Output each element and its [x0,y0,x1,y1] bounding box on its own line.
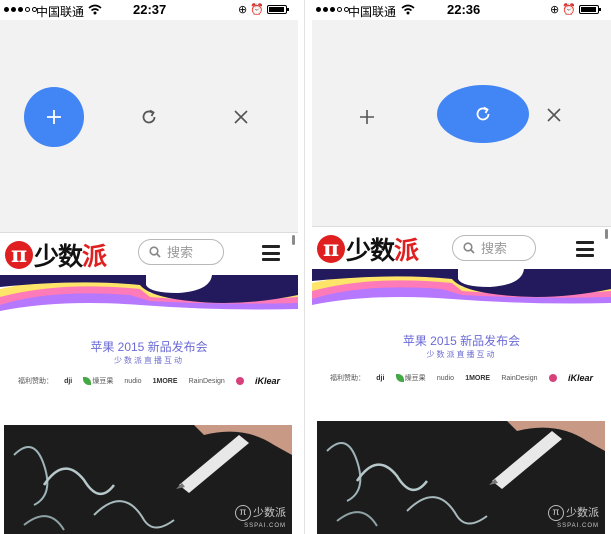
logo-text: 少数派 [34,243,107,271]
menu-icon [576,241,594,244]
battery-icon [266,5,289,14]
close-tab-button[interactable] [539,100,569,130]
sponsor-circle-icon [548,374,557,382]
logo-text: 少数派 [346,237,419,265]
sspai-watermark: π 少数派 SSPAI.COM [548,505,599,531]
menu-icon [262,245,280,248]
reload-button[interactable] [437,85,529,143]
close-tab-button[interactable] [226,102,256,132]
scrollbar[interactable] [292,235,295,245]
sponsor-dji: dji [376,374,385,382]
add-tab-button[interactable] [24,87,84,147]
rotation-lock-icon: ⊕ [550,4,560,16]
sponsor-iklear: iKlear [567,373,593,383]
sponsor-label: 福利赞助： [330,375,365,382]
pull-to-refresh-toolbar [0,20,298,232]
status-bar: 中国联通 22:37 ⊕ ⏰ [0,0,298,22]
scrollbar[interactable] [605,229,608,239]
close-icon [234,110,248,124]
alarm-icon: ⏰ [562,4,576,16]
site-logo[interactable]: π 少数派 [317,231,419,267]
status-bar: 中国联通 22:36 ⊕ ⏰ [312,0,611,22]
carrier-name: 中国联通 [36,5,85,19]
sponsor-circle-icon [235,377,244,385]
phone-screen-left: 中国联通 22:37 ⊕ ⏰ π 少数派 搜索 苹果 2015 新品发布会 少数… [0,0,298,534]
sponsor-zaodouguo: 燥豆果 [404,375,426,382]
article-cover-image[interactable]: π 少数派 SSPAI.COM [4,425,292,534]
sponsor-logos: 福利赞助： dji 燥豆果 nudio 1MORE RainDesign iKl… [330,372,593,384]
sponsor-dji: dji [64,377,73,385]
event-title: 苹果 2015 新品发布会 [90,340,208,354]
add-tab-button[interactable] [352,102,382,132]
search-icon [149,246,161,258]
search-icon [463,242,475,254]
sponsor-1more: 1MORE [152,377,178,385]
wifi-icon [401,4,415,15]
sponsor-1more: 1MORE [465,374,491,382]
carrier-name: 中国联通 [348,5,397,19]
reload-button[interactable] [134,102,164,132]
pull-to-refresh-toolbar [312,20,611,232]
sponsor-raindesign: RainDesign [501,374,538,382]
sponsor-zaodouguo: 燥豆果 [92,378,114,385]
sponsor-raindesign: RainDesign [188,377,225,385]
battery-icon [578,5,601,14]
plus-icon [360,110,374,124]
event-banner [312,269,611,327]
event-banner [0,275,298,333]
sponsor-nudio: nudio [436,374,454,382]
menu-button[interactable] [262,245,280,261]
pi-watermark-icon: π [548,505,564,521]
close-icon [547,108,561,122]
article-cover-image[interactable]: π 少数派 SSPAI.COM [317,421,605,534]
event-subtitle: 少数派直播互动 [114,356,184,365]
reload-icon [142,109,156,124]
search-input[interactable] [167,244,217,260]
event-title: 苹果 2015 新品发布会 [402,334,521,348]
search-box[interactable] [138,239,224,265]
sspai-watermark: π 少数派 SSPAI.COM [235,505,286,531]
search-box[interactable] [452,235,536,261]
status-time: 22:36 [447,2,481,17]
plus-icon [47,110,61,124]
sponsor-label: 福利赞助： [18,378,53,385]
pi-logo-icon: π [5,241,33,269]
leaf-icon [395,374,404,383]
reload-icon [476,106,490,121]
phone-screen-right: 中国联通 22:36 ⊕ ⏰ π 少数派 搜索 苹果 2015 新品发布会 少数… [312,0,611,534]
site-logo[interactable]: π 少数派 [5,237,107,273]
pi-logo-icon: π [317,235,345,263]
signal-strength-icon [316,7,349,12]
rotation-lock-icon: ⊕ [238,4,248,16]
wifi-icon [88,4,102,15]
pi-watermark-icon: π [235,505,251,521]
sponsor-iklear: iKlear [254,376,280,386]
signal-strength-icon [4,7,37,12]
screen-divider [298,0,312,534]
search-input[interactable] [481,240,531,256]
sponsor-logos: 福利赞助： dji 燥豆果 nudio 1MORE RainDesign iKl… [18,375,280,387]
status-time: 22:37 [133,2,167,17]
webpage-content: π 少数派 苹果 2015 新品发布会 少数派直播互动 福利赞助： dji [312,226,611,534]
event-subtitle: 少数派直播互动 [426,350,497,359]
leaf-icon [83,377,92,386]
sponsor-nudio: nudio [124,377,142,385]
webpage-content: π 少数派 苹果 2015 新品发布会 少数派直播互动 福利赞助： dji [0,232,298,534]
alarm-icon: ⏰ [250,4,264,16]
menu-button[interactable] [576,241,594,257]
